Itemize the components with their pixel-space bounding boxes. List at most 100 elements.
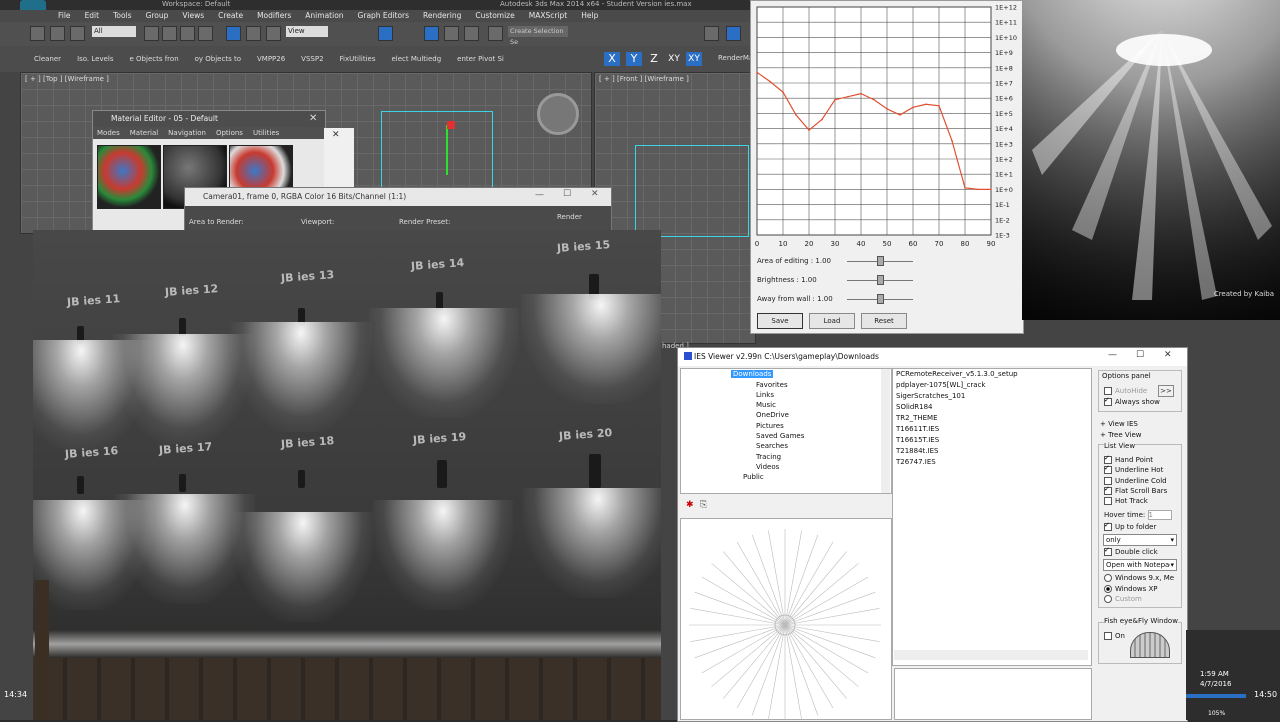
menu-customize[interactable]: Customize [475, 10, 514, 22]
slider-thumb-area[interactable] [877, 256, 884, 266]
menu-modifiers[interactable]: Modifiers [257, 10, 291, 22]
copy-icon[interactable]: ⎘ [700, 500, 707, 510]
pivot-icon[interactable] [378, 26, 393, 41]
file-item-4[interactable]: SOlidR184 [896, 403, 933, 411]
menu-help[interactable]: Help [581, 10, 598, 22]
menu-tools[interactable]: Tools [113, 10, 131, 22]
double-click-dropdown[interactable]: Open with Notepad ▾ [1103, 559, 1177, 571]
radio-winxp[interactable]: Windows XP [1104, 585, 1158, 593]
close-icon[interactable]: ✕ [1164, 350, 1172, 360]
selection-set-input[interactable]: Create Selection Se [508, 26, 568, 46]
hand-point-option[interactable]: Hand Point [1104, 454, 1153, 464]
tree-scrollbar[interactable] [881, 369, 890, 493]
file-list[interactable] [892, 368, 1092, 666]
maximize-icon[interactable]: ☐ [563, 189, 571, 199]
up-to-folder-option[interactable]: Up to folder [1104, 521, 1156, 531]
load-button[interactable]: Load [809, 313, 855, 329]
render-button[interactable]: Render [557, 213, 582, 221]
scale-icon[interactable] [266, 26, 281, 41]
cleaner-button[interactable]: Cleaner [34, 55, 61, 63]
top-viewport-label[interactable]: [ + ] [Top ] [Wireframe ] [21, 73, 591, 85]
menu-maxscript[interactable]: MAXScript [529, 10, 568, 22]
select-by-name-icon[interactable] [162, 26, 177, 41]
material-slot-1[interactable] [97, 145, 161, 209]
tree-item-saved-games[interactable]: Saved Games [756, 432, 804, 440]
maximize-icon[interactable]: ☐ [1136, 350, 1144, 360]
radio-win9x-button[interactable] [1104, 574, 1112, 582]
underline-hot-checkbox[interactable] [1104, 464, 1112, 474]
close-icon[interactable]: ✕ [309, 113, 317, 124]
tree-item-searches[interactable]: Searches [756, 442, 788, 450]
tree-item-onedrive[interactable]: OneDrive [756, 411, 789, 419]
timeline-slider[interactable] [1186, 694, 1246, 698]
menu-options[interactable]: Options [216, 127, 243, 139]
intensity-curve-chart[interactable]: 0 10 20 30 40 50 60 70 80 90 1E+12 1E+11 1E+10 1E+9 1E… [751, 1, 1023, 251]
menu-rendering[interactable]: Rendering [423, 10, 461, 22]
front-viewport-label[interactable]: [ + ] [Front ] [Wireframe ] [595, 73, 755, 85]
select-multiedge-button[interactable]: elect Multiedg [391, 55, 441, 63]
underline-hot-option[interactable]: Underline Hot [1104, 464, 1163, 474]
tree-item-music[interactable]: Music [756, 401, 776, 409]
up-to-folder-dropdown[interactable]: only ▾ [1103, 534, 1177, 546]
tree-item-links[interactable]: Links [756, 391, 774, 399]
double-click-checkbox[interactable] [1104, 546, 1112, 556]
render-setup-icon[interactable] [704, 26, 719, 41]
slider-thumb-away[interactable] [877, 294, 884, 304]
radio-winxp-button[interactable] [1104, 585, 1112, 593]
fullscreen-icon[interactable]: ✱ [686, 500, 694, 510]
axis-z-button[interactable]: Z [646, 52, 662, 66]
flat-scroll-option[interactable]: Flat Scroll Bars [1104, 485, 1167, 495]
iso-levels-button[interactable]: Iso. Levels [77, 55, 113, 63]
view-ies-section[interactable]: + View IES [1100, 420, 1138, 428]
selection-filter-dropdown[interactable]: All [92, 26, 136, 37]
file-item-7[interactable]: T16615T.IES [896, 436, 939, 444]
rotate-icon[interactable] [246, 26, 261, 41]
fisheye-on-checkbox[interactable] [1104, 632, 1112, 640]
menu-animation[interactable]: Animation [305, 10, 343, 22]
tree-item-pictures[interactable]: Pictures [756, 422, 784, 430]
clock-date[interactable]: 4/7/2016 [1200, 680, 1231, 688]
objects-from-button[interactable]: e Objects fron [130, 55, 179, 63]
axis-x-button[interactable]: X [604, 52, 620, 66]
file-item-2[interactable]: pdplayer-1075[WL]_crack [896, 381, 986, 389]
unlink-icon[interactable] [50, 26, 65, 41]
viewcube[interactable] [537, 93, 579, 135]
polar-view[interactable] [680, 518, 892, 721]
vmpp26-button[interactable]: VMPP26 [257, 55, 285, 63]
minimize-icon[interactable]: — [1108, 350, 1117, 360]
autohide-option[interactable]: AutoHide [1104, 387, 1147, 395]
radio-win9x[interactable]: Windows 9.x, Me [1104, 574, 1174, 582]
file-item-1[interactable]: PCRemoteReceiver_v5.1.3.0_setup [896, 370, 1018, 378]
move-icon[interactable] [226, 26, 241, 41]
menu-views[interactable]: Views [182, 10, 204, 22]
menu-edit[interactable]: Edit [85, 10, 100, 22]
reset-button[interactable]: Reset [861, 313, 907, 329]
axis-xy2-button[interactable]: XY [686, 52, 702, 66]
axis-xy-button[interactable]: XY [666, 52, 682, 66]
menu-file[interactable]: File [58, 10, 71, 22]
objects-to-button[interactable]: oy Objects to [195, 55, 241, 63]
tree-item-public[interactable]: Public [743, 473, 764, 481]
file-item-9[interactable]: T26747.IES [896, 458, 936, 466]
always-show-checkbox[interactable] [1104, 396, 1112, 406]
up-to-folder-checkbox[interactable] [1104, 521, 1112, 531]
close-icon[interactable]: ✕ [332, 130, 340, 140]
menu-create[interactable]: Create [218, 10, 243, 22]
close-icon[interactable]: ✕ [591, 189, 599, 199]
reference-coord-dropdown[interactable]: View [286, 26, 328, 37]
menu-utilities[interactable]: Utilities [253, 127, 279, 139]
tree-view-section[interactable]: + Tree View [1100, 431, 1142, 439]
tree-item-downloads[interactable]: Downloads [731, 370, 774, 378]
autohide-checkbox[interactable] [1104, 387, 1112, 395]
double-click-option[interactable]: Double click [1104, 546, 1158, 556]
menu-group[interactable]: Group [146, 10, 169, 22]
folder-tree[interactable]: Downloads Favorites Links Music OneDrive… [680, 368, 892, 494]
edit-named-sets-icon[interactable] [488, 26, 503, 41]
clock-time[interactable]: 1:59 AM [1200, 670, 1229, 678]
menu-graph-editors[interactable]: Graph Editors [358, 10, 410, 22]
vssp2-button[interactable]: VSSP2 [301, 55, 323, 63]
hover-time-input[interactable]: 1 [1147, 510, 1172, 520]
rect-selection-icon[interactable] [180, 26, 195, 41]
menu-modes[interactable]: Modes [97, 127, 120, 139]
file-item-3[interactable]: SigerScratches_101 [896, 392, 965, 400]
